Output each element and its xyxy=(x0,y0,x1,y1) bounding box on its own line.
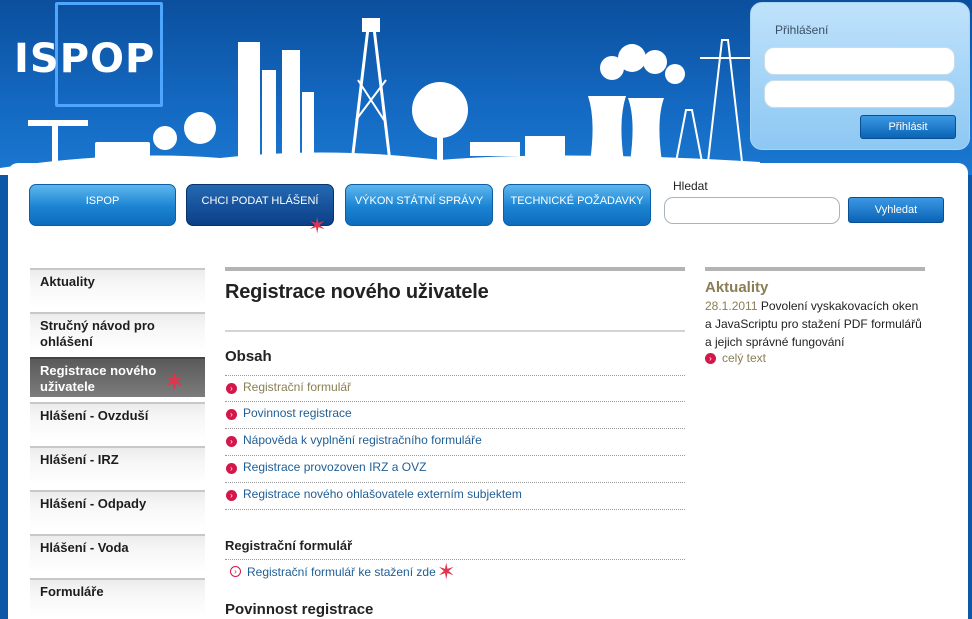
page-content: ISPOP CHCI PODAT HLÁŠENÍ ✶ VÝKON STÁTNÍ … xyxy=(8,163,968,619)
news-more-link[interactable]: › celý text xyxy=(705,351,925,365)
login-button[interactable]: Přihlásit xyxy=(860,115,956,139)
sidebar-item-strucny-navod[interactable]: Stručný návod pro ohlášení xyxy=(30,312,205,352)
page-title: Registrace nového uživatele xyxy=(225,281,489,303)
sidebar-item-odpady[interactable]: Hlášení - Odpady xyxy=(30,490,205,529)
download-form-link[interactable]: › Registrační formulář ke stažení zde ✶ xyxy=(225,561,685,583)
search-button[interactable]: Vyhledat xyxy=(848,197,944,223)
toc-link-label: Nápověda k vyplnění registračního formul… xyxy=(243,433,482,447)
sidebar: Aktuality Stručný návod pro ohlášení Reg… xyxy=(30,268,205,619)
section-heading: Povinnost registrace xyxy=(225,601,374,618)
sidebar-item-irz[interactable]: Hlášení - IRZ xyxy=(30,446,205,485)
news-item: 28.1.2011 Povolení vyskakovacích oken a … xyxy=(705,297,925,351)
divider xyxy=(705,267,925,271)
toc-link-externim-subjektem[interactable]: › Registrace nového ohlašovatele externí… xyxy=(225,483,685,510)
news-column: Aktuality 28.1.2011 Povolení vyskakovací… xyxy=(705,267,925,365)
sidebar-item-voda[interactable]: Hlášení - Voda xyxy=(30,534,205,573)
toc-link-provozoven[interactable]: › Registrace provozoven IRZ a OVZ xyxy=(225,456,685,483)
sidebar-item-ovzdusi[interactable]: Hlášení - Ovzduší xyxy=(30,402,205,441)
download-link-label: Registrační formulář ke stažení zde xyxy=(247,565,436,579)
toc-link-label: Registrační formulář xyxy=(243,380,352,394)
toc-link-label: Registrace provozoven IRZ a OVZ xyxy=(243,460,427,474)
toc-link-registracni-formular[interactable]: › Registrační formulář xyxy=(225,375,685,402)
chevron-right-icon: › xyxy=(226,383,237,394)
chevron-right-icon: › xyxy=(230,566,241,577)
toc-link-label: Povinnost registrace xyxy=(243,406,352,420)
sidebar-item-registrace[interactable]: Registrace nového uživatele ✶ xyxy=(30,357,205,397)
chevron-right-icon: › xyxy=(226,490,237,501)
site-header: ISPOP Přihlášení Přihlásit xyxy=(0,0,972,175)
login-title: Přihlášení xyxy=(775,23,829,37)
nav-ispop[interactable]: ISPOP xyxy=(29,184,176,226)
nav-technicke-pozadavky[interactable]: TECHNICKÉ POŽADAVKY xyxy=(503,184,651,226)
chevron-right-icon: › xyxy=(226,409,237,420)
divider xyxy=(225,267,685,271)
chevron-right-icon: › xyxy=(226,463,237,474)
toc-heading: Obsah xyxy=(225,348,272,365)
sidebar-item-aktuality[interactable]: Aktuality xyxy=(30,268,205,307)
divider xyxy=(225,330,685,332)
table-of-contents: › Registrační formulář › Povinnost regis… xyxy=(225,375,685,510)
toc-link-povinnost-registrace[interactable]: › Povinnost registrace xyxy=(225,402,685,429)
chevron-right-icon: › xyxy=(226,436,237,447)
news-heading: Aktuality xyxy=(705,279,769,296)
toc-link-label: Registrace nového ohlašovatele externím … xyxy=(243,487,522,501)
toc-link-napoveda[interactable]: › Nápověda k vyplnění registračního form… xyxy=(225,429,685,456)
section-heading: Registrační formulář xyxy=(225,538,685,560)
login-panel: Přihlášení Přihlásit xyxy=(750,2,970,150)
username-field[interactable] xyxy=(764,47,955,75)
sparkle-icon: ✶ xyxy=(437,559,456,584)
main-content: Registrace nového uživatele Obsah › Regi… xyxy=(225,267,685,618)
search-label: Hledat xyxy=(673,179,708,193)
sparkle-icon: ✶ xyxy=(308,213,327,238)
password-field[interactable] xyxy=(764,80,955,108)
sidebar-item-formulare[interactable]: Formuláře xyxy=(30,578,205,617)
search-input[interactable] xyxy=(664,197,840,224)
site-logo[interactable]: ISPOP xyxy=(14,36,155,82)
news-date: 28.1.2011 xyxy=(705,299,758,313)
news-more-label: celý text xyxy=(722,351,767,365)
nav-vykon-statni-spravy[interactable]: VÝKON STÁTNÍ SPRÁVY xyxy=(345,184,493,226)
chevron-right-icon: › xyxy=(705,353,716,364)
sidebar-item-label: Registrace nového uživatele xyxy=(40,363,157,394)
sparkle-icon: ✶ xyxy=(165,369,184,394)
